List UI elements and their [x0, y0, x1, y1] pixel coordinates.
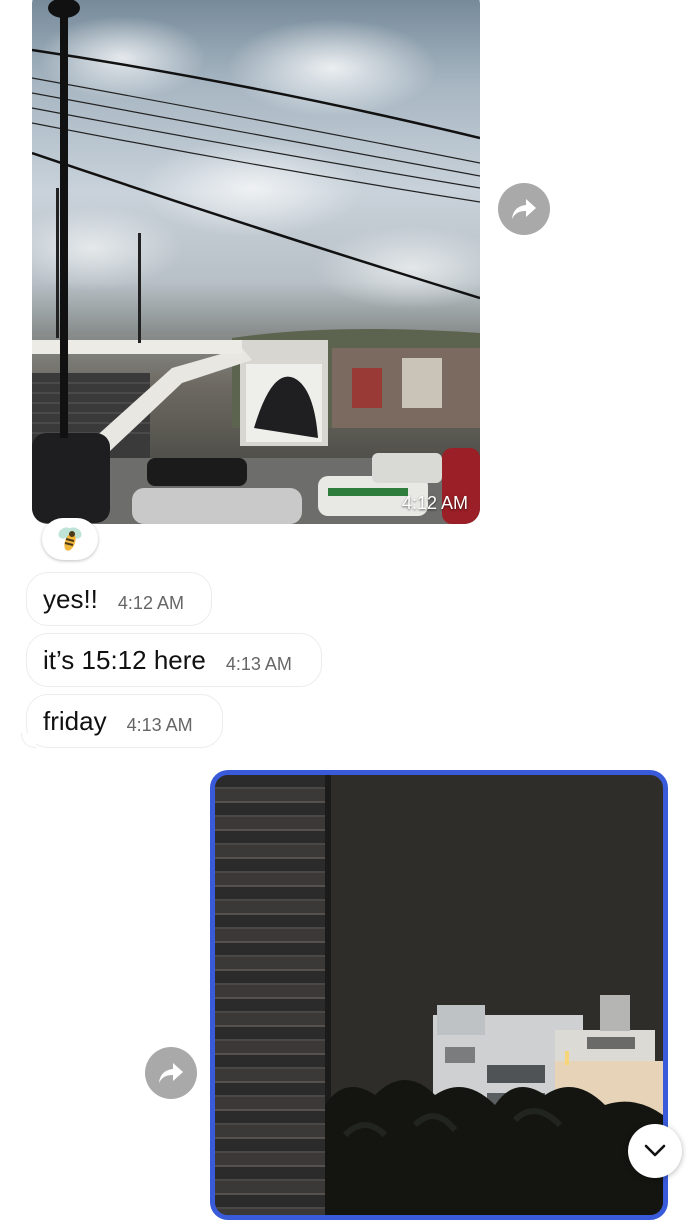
chevron-down-icon: [644, 1144, 666, 1157]
forward-arrow-icon: [512, 199, 536, 219]
message-text: it’s 15:12 here: [43, 644, 206, 675]
bee-emoji: [58, 527, 82, 551]
message-bubble[interactable]: it’s 15:12 here 4:13 AM: [26, 633, 322, 687]
forward-arrow-icon: [159, 1063, 183, 1083]
message-timestamp: 4:13 AM: [225, 653, 292, 674]
scroll-to-bottom-button[interactable]: [628, 1124, 682, 1178]
received-photo-street[interactable]: 4:12 AM: [32, 0, 480, 524]
forward-button[interactable]: [498, 183, 550, 235]
photo-street-scene: [32, 0, 480, 524]
message-timestamp: 4:13 AM: [126, 714, 193, 735]
message-text: friday: [43, 705, 107, 736]
message-bubble[interactable]: yes!! 4:12 AM: [26, 572, 212, 626]
forward-button[interactable]: [145, 1047, 197, 1099]
message-text: yes!!: [43, 583, 98, 614]
photo-night-scene: [325, 995, 663, 1215]
photo-timestamp: 4:12 AM: [401, 493, 468, 513]
sent-photo-night[interactable]: [210, 770, 668, 1220]
message-reaction[interactable]: [42, 518, 98, 560]
message-timestamp: 4:12 AM: [117, 592, 184, 613]
message-bubble[interactable]: friday 4:13 AM: [21, 694, 223, 748]
